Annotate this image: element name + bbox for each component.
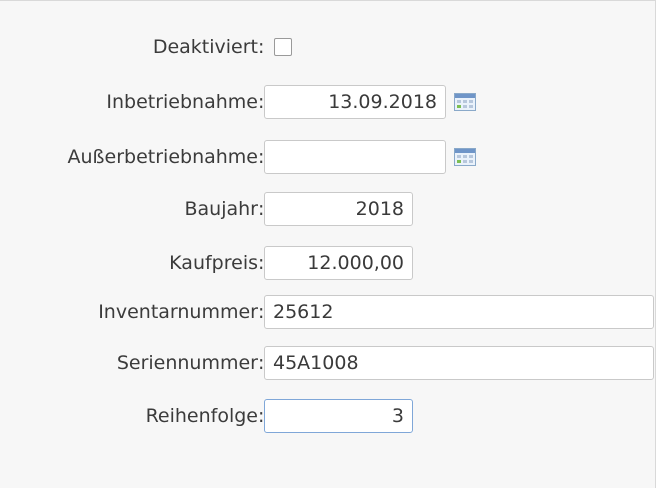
ausserbetriebnahme-field[interactable] — [264, 140, 446, 174]
row-inventarnummer: Inventarnummer : 25612 — [0, 295, 656, 329]
row-seriennummer: Seriennummer : 45A1008 — [0, 346, 656, 380]
reihenfolge-label: Reihenfolge — [145, 405, 258, 427]
row-reihenfolge: Reihenfolge : 3 — [0, 399, 656, 433]
colon: : — [258, 36, 265, 58]
inbetriebnahme-field[interactable]: 13.09.2018 — [264, 85, 446, 119]
deaktiviert-label: Deaktiviert — [152, 36, 258, 58]
calendar-icon[interactable] — [454, 148, 476, 166]
inventarnummer-label: Inventarnummer — [98, 301, 258, 323]
row-baujahr: Baujahr : 2018 — [0, 192, 656, 226]
kaufpreis-field[interactable]: 12.000,00 — [264, 246, 413, 280]
row-deaktiviert: Deaktiviert : — [0, 30, 656, 64]
baujahr-label: Baujahr — [184, 198, 259, 220]
row-ausserbetriebnahme: Außerbetriebnahme : — [0, 140, 656, 174]
reihenfolge-field[interactable]: 3 — [264, 399, 413, 433]
row-kaufpreis: Kaufpreis : 12.000,00 — [0, 246, 656, 280]
seriennummer-label: Seriennummer — [116, 352, 258, 374]
baujahr-field[interactable]: 2018 — [264, 192, 413, 226]
deaktiviert-checkbox[interactable] — [274, 38, 292, 56]
inventarnummer-field[interactable]: 25612 — [264, 295, 654, 329]
calendar-icon[interactable] — [454, 93, 476, 111]
row-inbetriebnahme: Inbetriebnahme : 13.09.2018 — [0, 85, 656, 119]
form-panel: Deaktiviert : Inbetriebnahme : 13.09.201… — [0, 0, 656, 488]
kaufpreis-label: Kaufpreis — [169, 252, 258, 274]
ausserbetriebnahme-label: Außerbetriebnahme — [67, 146, 258, 168]
seriennummer-field[interactable]: 45A1008 — [264, 346, 654, 380]
inbetriebnahme-label: Inbetriebnahme — [106, 91, 258, 113]
